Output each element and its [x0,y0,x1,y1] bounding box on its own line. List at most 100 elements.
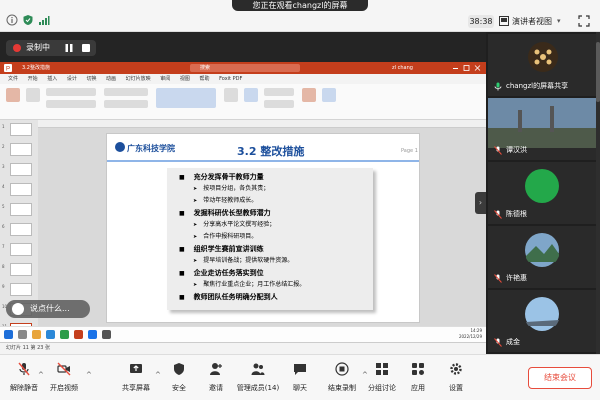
slide-thumb[interactable] [10,223,32,236]
ppt-menu-foxit[interactable]: Foxit PDF [219,76,242,82]
meeting-app-icon[interactable] [88,330,97,339]
paste-icon[interactable] [6,88,20,102]
ppt-menu-transitions[interactable]: 切换 [86,76,96,82]
paragraph-icon[interactable] [104,88,148,96]
photo-avatar [488,98,598,148]
ppt-menu-animations[interactable]: 动画 [106,76,116,82]
chevron-down-icon: ▾ [557,17,561,25]
signal-icon[interactable] [38,14,50,26]
scrollbar-thumb[interactable] [596,42,600,102]
security-shield-icon[interactable] [22,14,34,26]
invite-button[interactable]: 邀请 [192,359,240,397]
slide-thumb[interactable] [10,143,32,156]
shapes-gallery-icon[interactable] [156,88,216,108]
align-icon[interactable] [104,100,148,108]
ppt-menu-file[interactable]: 文件 [8,76,18,82]
ppt-menu-view[interactable]: 视图 [180,76,190,82]
panel-scrollbar[interactable] [596,32,600,354]
user-avatar-icon [12,303,24,315]
bullet-main: 发掘科研优长型教师潜力 [179,208,271,219]
font-format-icon[interactable] [46,100,96,108]
shared-taskbar: 14:29 2022/12/29 [0,326,486,342]
ppt-title-bar: P 3.2整改措施 搜索 zl chang [0,62,486,74]
breakout-icon [376,363,388,375]
share-screen-button[interactable]: 共享屏幕 [112,359,160,397]
mic-muted-icon [18,362,30,376]
collapse-panel-icon[interactable]: › [475,192,486,214]
chat-quick-placeholder: 说点什么... [30,304,70,313]
powerpoint-icon: P [4,64,12,72]
arrange-icon[interactable] [224,88,238,102]
slide-thumb[interactable] [10,183,32,196]
end-meeting-button[interactable]: 结束会议 [528,367,592,389]
ppt-menu-insert[interactable]: 插入 [47,76,57,82]
participants-panel: changzl的屏幕共享 谭汉洪 陈德根 许艳惠 成金 [486,32,600,354]
chevron-up-icon[interactable]: ^ [86,371,92,379]
participant-tile[interactable]: changzl的屏幕共享 [488,34,598,96]
participant-tile[interactable]: 谭汉洪 [488,98,598,160]
window-controls-icon[interactable] [452,64,482,72]
college-logo-icon [115,142,125,152]
new-slide-icon[interactable] [26,88,40,102]
participant-name: 陈德根 [506,210,527,218]
ppt-ribbon [0,84,486,120]
recording-label: 录制中 [26,43,50,52]
info-icon[interactable] [6,14,18,26]
participant-tile[interactable]: 成金 [488,290,598,352]
thumb-number: 9 [2,284,5,289]
bullet-sub: 聚焦行业重点企业；月工作总结汇报。 [193,280,305,290]
slide-thumb[interactable] [10,203,32,216]
chat-label: 聊天 [293,384,307,392]
quick-styles-icon[interactable] [244,88,258,102]
font-box-icon[interactable] [46,88,96,96]
dictate-icon[interactable] [302,88,316,102]
gear-icon [450,363,462,375]
chat-icon [294,364,306,375]
pause-icon[interactable] [64,43,74,53]
replace-icon[interactable] [264,100,294,108]
ppt-menu-design[interactable]: 设计 [67,76,77,82]
ppt-menu-slideshow[interactable]: 幻灯片放映 [126,76,151,82]
slide-thumb[interactable] [10,163,32,176]
participant-tile[interactable]: 许艳惠 [488,226,598,288]
stop-icon[interactable] [82,44,90,52]
record-dot-icon [13,44,21,52]
bullet-sub: 带动年轻教师成长。 [193,196,257,206]
participant-tile[interactable]: 陈德根 [488,162,598,224]
view-mode-button[interactable]: 演讲者视图 ▾ [499,15,567,28]
find-icon[interactable] [264,88,294,96]
powerpoint-taskbar-icon[interactable] [74,330,83,339]
manage-members-button[interactable]: 管理成员(14) [234,359,282,397]
thumb-number: 1 [2,124,5,129]
slide: 广东科技学院 3.2 整改措施 Page 1 充分发挥骨干教师力量 按项目分组，… [106,133,420,323]
search-icon[interactable] [18,330,27,339]
ppt-search-label: 搜索 [200,65,211,71]
slide-thumb[interactable] [10,243,32,256]
slide-thumb[interactable] [10,263,32,276]
chat-button[interactable]: 聊天 [276,359,324,397]
start-video-button[interactable]: 开启视频 [40,359,88,397]
manage-members-label: 管理成员(14) [236,384,280,392]
meeting-window: 您正在观看changzl的屏幕 38:38 演讲者视图 ▾ 录制中 P 3.2整… [0,0,600,400]
explorer-icon[interactable] [32,330,41,339]
slide-thumb[interactable] [10,283,32,296]
clock-date: 2022/12/29 [458,334,482,339]
designer-icon[interactable] [322,88,336,102]
browser-icon[interactable] [46,330,55,339]
thumb-number: 3 [2,164,5,169]
invite-icon [210,363,222,375]
ppt-menu-help[interactable]: 帮助 [199,76,209,82]
settings-button[interactable]: 设置 [432,359,480,397]
app-icon[interactable] [102,330,111,339]
ppt-search-box[interactable]: 搜索 [190,64,300,72]
start-icon[interactable] [4,330,13,339]
mic-muted-icon [494,210,502,219]
slide-header: 广东科技学院 3.2 整改措施 Page 1 [107,134,419,162]
ppt-menu-review[interactable]: 审阅 [160,76,170,82]
chat-quick-input[interactable]: 说点什么... [6,300,90,318]
slide-thumb[interactable] [10,123,32,136]
top-bar: 您正在观看changzl的屏幕 38:38 演讲者视图 ▾ [0,0,600,32]
wechat-icon[interactable] [60,330,69,339]
fullscreen-icon[interactable] [578,15,590,27]
ppt-menu-home[interactable]: 开始 [28,76,38,82]
